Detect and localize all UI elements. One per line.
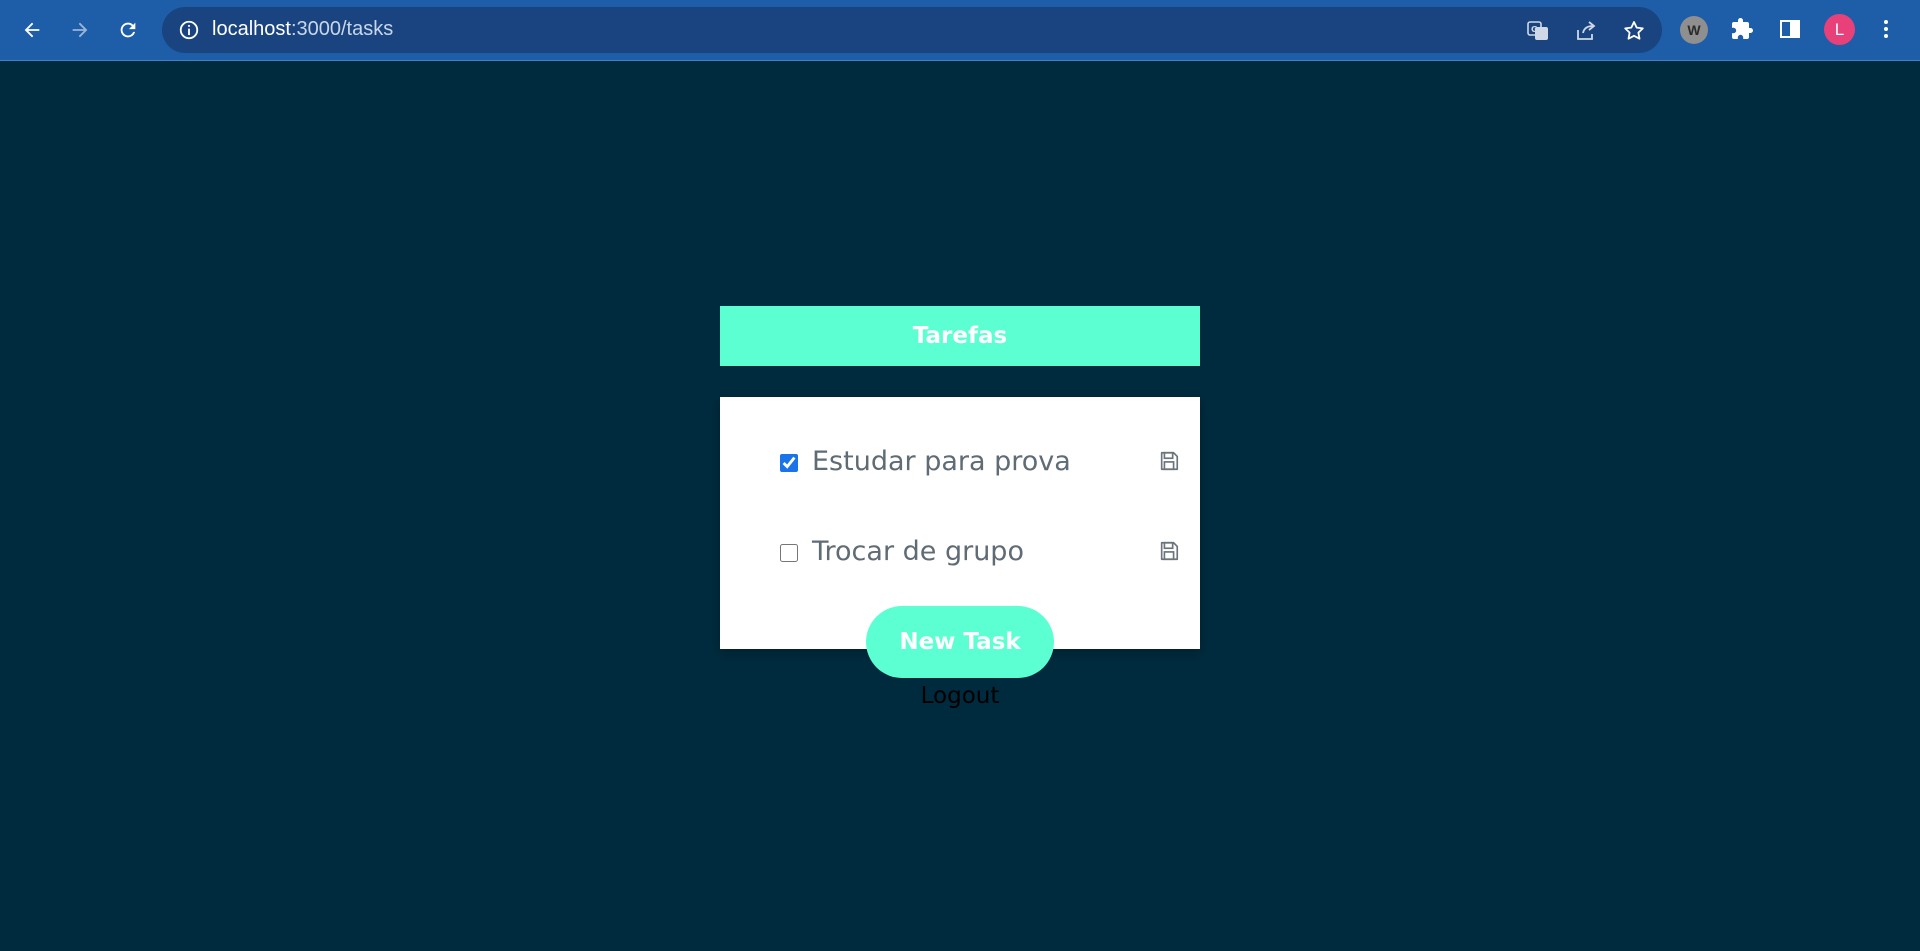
menu-icon xyxy=(1884,20,1888,38)
star-icon xyxy=(1624,21,1644,40)
save-icon[interactable] xyxy=(1158,450,1180,472)
task-checkbox[interactable] xyxy=(780,454,798,472)
reload-button[interactable] xyxy=(110,12,146,48)
task-label: Trocar de grupo xyxy=(812,536,1024,567)
side-panel-icon xyxy=(1780,20,1800,38)
extension-icon[interactable]: W xyxy=(1680,16,1708,44)
extensions-button[interactable] xyxy=(1726,13,1758,45)
back-icon xyxy=(24,22,40,38)
forward-icon xyxy=(72,22,88,38)
side-panel-button[interactable] xyxy=(1774,13,1806,45)
logout-link[interactable]: Logout xyxy=(880,683,1040,709)
page-title: Tarefas xyxy=(720,306,1200,366)
browser-toolbar: localhost:3000/tasks G W L xyxy=(0,0,1920,61)
back-button[interactable] xyxy=(14,12,50,48)
list-item: Trocar de grupo xyxy=(780,532,1180,576)
address-bar[interactable]: localhost:3000/tasks G xyxy=(162,7,1662,53)
extension-letter: W xyxy=(1687,22,1701,38)
reload-icon xyxy=(120,22,136,38)
url-text: localhost:3000/tasks xyxy=(212,18,393,41)
new-task-button[interactable]: New Task xyxy=(866,606,1054,678)
forward-button[interactable] xyxy=(62,12,98,48)
svg-text:G: G xyxy=(1531,25,1538,34)
share-button[interactable] xyxy=(1574,19,1598,43)
save-icon[interactable] xyxy=(1158,540,1180,562)
share-icon xyxy=(1577,21,1596,40)
avatar[interactable]: L xyxy=(1824,14,1855,45)
task-label: Estudar para prova xyxy=(812,446,1071,477)
bookmark-button[interactable] xyxy=(1622,19,1646,43)
puzzle-icon xyxy=(1732,18,1753,39)
url-host: localhost xyxy=(212,18,291,40)
avatar-letter: L xyxy=(1834,19,1845,39)
list-item: Estudar para prova xyxy=(780,442,1180,486)
info-icon[interactable] xyxy=(178,19,200,41)
menu-button[interactable] xyxy=(1870,13,1902,45)
translate-button[interactable]: G xyxy=(1526,19,1550,43)
task-checkbox[interactable] xyxy=(780,544,798,562)
translate-icon: G xyxy=(1527,21,1548,40)
url-path: :3000/tasks xyxy=(290,18,394,40)
